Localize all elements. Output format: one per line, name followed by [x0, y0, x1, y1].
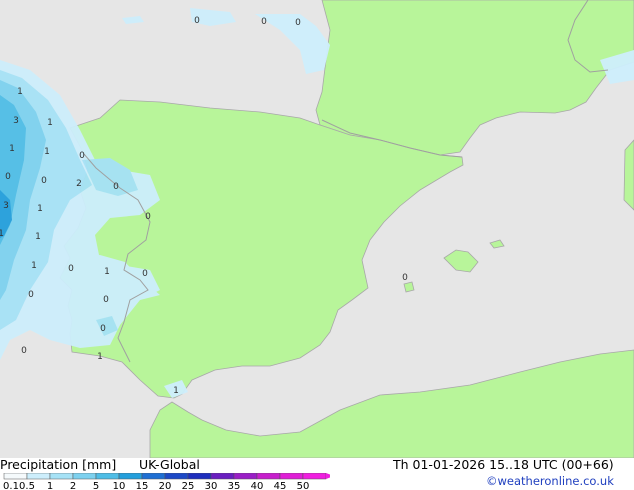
- precip-value-label: 0: [100, 324, 106, 334]
- scale-tick-label: 0.1: [3, 481, 19, 490]
- precip-value-label: 0: [21, 346, 27, 356]
- scale-swatch: [95, 473, 120, 480]
- precip-value-label: 1: [47, 118, 53, 128]
- scale-swatch: [256, 473, 281, 480]
- footer-credit: ©weatheronline.co.uk: [486, 474, 614, 488]
- precip-value-label: 0: [79, 151, 85, 161]
- scale-swatch: [72, 473, 97, 480]
- precip-value-label: 0: [261, 17, 267, 27]
- scale-swatch: [210, 473, 235, 480]
- precip-value-label: 0: [142, 269, 148, 279]
- scale-tick-label: 30: [205, 481, 218, 490]
- precip-value-label: 0: [41, 176, 47, 186]
- scale-swatch: [187, 473, 212, 480]
- precip-value-label: 1: [37, 204, 43, 214]
- precip-value-label: 0: [5, 172, 11, 182]
- scale-tick-label: 25: [182, 481, 195, 490]
- precip-value-label: 0: [103, 295, 109, 305]
- scale-swatch: [279, 473, 304, 480]
- scale-swatch: [164, 473, 189, 480]
- precip-value-label: 0: [194, 16, 200, 26]
- precip-value-label: 0: [295, 18, 301, 28]
- precip-value-label: 1: [97, 352, 103, 362]
- precipitation-color-scale: 0.1 0.5 1 2 5 10 15 20 25 30 35 40 45 50: [3, 473, 330, 490]
- scale-tick-label: 20: [159, 481, 172, 490]
- scale-swatch: [49, 473, 74, 480]
- scale-tick-label: 2: [70, 481, 76, 490]
- precip-value-label: 0: [113, 182, 119, 192]
- land-sardinia: [623, 139, 634, 211]
- scale-tick-label: 50: [297, 481, 310, 490]
- precip-value-label: 1: [44, 147, 50, 157]
- precip-value-label: 1: [104, 267, 110, 277]
- precip-value-label: 2: [76, 179, 82, 189]
- scale-swatch: [3, 473, 28, 480]
- precip-value-label: 0: [68, 264, 74, 274]
- precip-value-label: 0: [28, 290, 34, 300]
- scale-arrow-tip: [326, 473, 330, 479]
- precip-value-label: 3: [13, 116, 19, 126]
- precip-value-label: 1: [173, 386, 179, 396]
- scale-tick-label: 1: [47, 481, 53, 490]
- precip-value-label: 1: [9, 144, 15, 154]
- land-ibiza: [403, 281, 415, 293]
- footer-valid-time: Th 01-01-2026 15..18 UTC (00+66): [393, 457, 614, 472]
- scale-tick-label: 5: [93, 481, 99, 490]
- precip-value-label: 1: [31, 261, 37, 271]
- scale-tick-label: 10: [113, 481, 126, 490]
- scale-tick-label: 35: [228, 481, 241, 490]
- scale-tick-label: 45: [274, 481, 287, 490]
- footer-title: Precipitation [mm]: [0, 457, 117, 472]
- precip-value-label: 0: [402, 273, 408, 283]
- scale-swatch: [118, 473, 143, 480]
- scale-tick-label: 40: [251, 481, 264, 490]
- precip-value-label: 1: [17, 87, 23, 97]
- precip-value-label: 3: [3, 201, 9, 211]
- scale-swatch: [141, 473, 166, 480]
- scale-tick-label: 0.5: [19, 481, 35, 490]
- scale-tick-label: 15: [136, 481, 149, 490]
- scale-swatch: [233, 473, 258, 480]
- precipitation-map: 1 3 1 1 1 0 0 0 2 0 3 1 0 1 1 1 0 1 0 0 0 0 0 1 1 0 0 0 0: [0, 0, 634, 458]
- precip-value-label: 1: [0, 229, 4, 239]
- footer-model: UK-Global: [139, 457, 200, 472]
- scale-swatch: [302, 473, 327, 480]
- precip-value-label: 1: [35, 232, 41, 242]
- scale-swatch: [26, 473, 51, 480]
- precip-value-label: 0: [145, 212, 151, 222]
